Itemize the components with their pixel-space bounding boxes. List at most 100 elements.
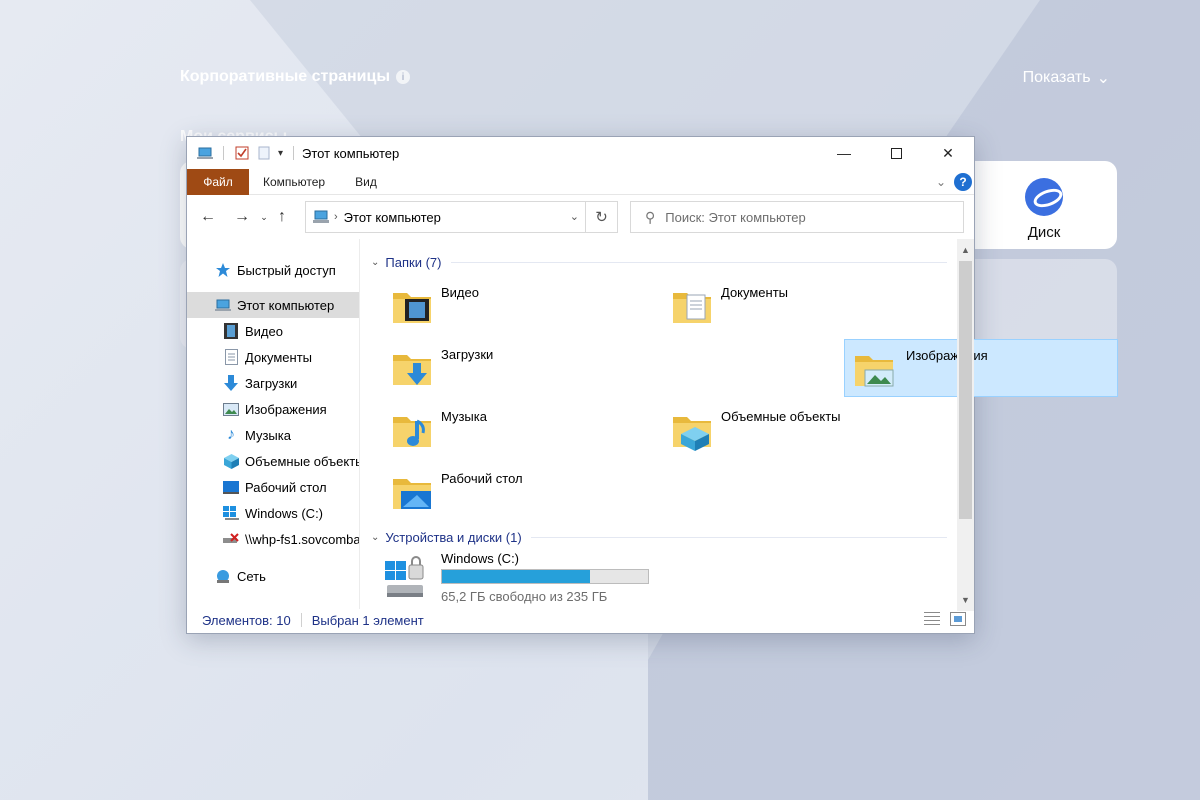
group-divider bbox=[451, 262, 947, 263]
folder-name: Рабочий стол bbox=[441, 471, 523, 486]
tab-computer[interactable]: Компьютер bbox=[249, 175, 340, 189]
search-icon: ⚲ bbox=[645, 208, 656, 225]
scroll-up-icon[interactable]: ▲ bbox=[957, 241, 974, 259]
search-placeholder[interactable]: Поиск: Этот компьютер bbox=[665, 210, 805, 225]
sidebar-item-music[interactable]: ♪ Музыка bbox=[223, 422, 291, 448]
folder-tile-desktop[interactable]: Рабочий стол bbox=[361, 463, 635, 521]
expand-ribbon-icon[interactable]: ⌄ bbox=[936, 175, 946, 189]
sidebar-item-quick-access[interactable]: Быстрый доступ bbox=[215, 257, 336, 283]
status-separator bbox=[300, 613, 302, 627]
sidebar-item-label: Музыка bbox=[245, 427, 291, 443]
recent-locations-icon[interactable]: ⌄ bbox=[257, 202, 271, 232]
folders-group-header[interactable]: ⌄ Папки (7) bbox=[371, 252, 441, 272]
back-arrow-icon[interactable]: ← bbox=[193, 202, 223, 232]
info-icon[interactable]: i bbox=[396, 70, 411, 84]
details-view-icon[interactable] bbox=[924, 612, 940, 626]
picture-icon bbox=[223, 401, 239, 417]
ribbon-controls: ⌄ ? bbox=[936, 173, 972, 191]
sidebar-item-3d-objects[interactable]: Объемные объекты bbox=[223, 448, 359, 474]
folder-name: Документы bbox=[721, 285, 789, 300]
desktop-icon bbox=[223, 479, 239, 495]
tab-file[interactable]: Файл bbox=[187, 168, 249, 195]
chevron-down-icon: ⌄ bbox=[371, 256, 380, 268]
refresh-icon[interactable]: ↻ bbox=[585, 202, 617, 232]
corporate-pages-title: Корпоративные страницы bbox=[180, 68, 391, 85]
view-switcher bbox=[924, 612, 966, 626]
large-icons-view-icon[interactable] bbox=[950, 612, 966, 626]
sidebar-item-label: Этот компьютер bbox=[237, 297, 335, 313]
desktop-folder-icon bbox=[393, 479, 431, 509]
search-box[interactable]: ⚲ Поиск: Этот компьютер bbox=[630, 201, 964, 233]
folder-tile-documents[interactable]: Документы bbox=[641, 277, 915, 335]
folder-tile-pictures[interactable]: Изображения bbox=[844, 339, 1118, 397]
sidebar-item-label: Видео bbox=[245, 323, 283, 339]
customize-toolbar-icon[interactable]: ▾ bbox=[278, 148, 283, 159]
title-bar[interactable]: ▾ Этот компьютер — ✕ bbox=[187, 137, 974, 169]
breadcrumb-location[interactable]: Этот компьютер bbox=[344, 210, 441, 225]
cube-icon bbox=[223, 453, 239, 469]
show-label: Показать bbox=[1022, 69, 1091, 86]
tab-view[interactable]: Вид bbox=[340, 175, 392, 189]
folder-name: Объемные объекты bbox=[721, 409, 841, 424]
document-icon bbox=[223, 349, 239, 365]
sidebar-item-desktop[interactable]: Рабочий стол bbox=[223, 474, 327, 500]
folder-tile-3d-objects[interactable]: Объемные объекты bbox=[641, 401, 915, 459]
sidebar-item-this-pc[interactable]: Этот компьютер bbox=[187, 292, 359, 318]
forward-arrow-icon[interactable]: → bbox=[227, 202, 257, 232]
system-drive-icon bbox=[385, 556, 424, 597]
folder-name: Изображения bbox=[906, 348, 988, 363]
3d-objects-folder-icon bbox=[673, 417, 711, 451]
drive-icon bbox=[223, 505, 239, 521]
drive-usage-bar bbox=[441, 569, 649, 584]
folder-tile-downloads[interactable]: Загрузки bbox=[361, 339, 635, 397]
breadcrumb-chevron-icon[interactable]: › bbox=[334, 211, 338, 223]
film-icon bbox=[223, 323, 239, 339]
quick-access-toolbar: ▾ bbox=[187, 146, 298, 160]
properties-icon[interactable] bbox=[234, 146, 250, 160]
computer-icon bbox=[313, 210, 329, 223]
window-title: Этот компьютер bbox=[302, 145, 400, 161]
folder-tile-music[interactable]: Музыка bbox=[361, 401, 635, 459]
music-folder-icon bbox=[393, 417, 431, 447]
download-arrow-icon bbox=[223, 375, 239, 391]
address-dropdown-icon[interactable]: ⌄ bbox=[570, 210, 579, 223]
star-icon bbox=[215, 262, 231, 278]
up-arrow-icon[interactable]: ↑ bbox=[271, 202, 293, 232]
vertical-scrollbar[interactable]: ▲ ▼ bbox=[957, 239, 974, 611]
help-icon[interactable]: ? bbox=[954, 173, 972, 191]
sidebar-item-videos[interactable]: Видео bbox=[223, 318, 283, 344]
address-bar[interactable]: › Этот компьютер ⌄ ↻ bbox=[305, 201, 618, 233]
close-button[interactable]: ✕ bbox=[922, 137, 974, 169]
sidebar-item-label: Загрузки bbox=[245, 375, 298, 391]
minimize-button[interactable]: — bbox=[818, 137, 870, 169]
group-divider bbox=[531, 537, 947, 538]
sidebar-item-label: Сеть bbox=[237, 568, 266, 584]
sidebar-item-windows-c[interactable]: Windows (C:) bbox=[223, 500, 323, 526]
sidebar-item-label: Рабочий стол bbox=[245, 479, 327, 495]
sidebar-item-network-drive[interactable]: \\whp-fs1.sovcombank bbox=[223, 526, 359, 552]
devices-group-header[interactable]: ⌄ Устройства и диски (1) bbox=[371, 527, 522, 547]
content-pane: ⌄ Папки (7) Видео Документы Загрузки Изо… bbox=[361, 241, 1118, 611]
sidebar-item-downloads[interactable]: Загрузки bbox=[223, 370, 297, 396]
ribbon-tabs: Файл Компьютер Вид ⌄ ? bbox=[187, 168, 974, 195]
folder-name: Загрузки bbox=[441, 347, 494, 362]
sidebar-item-documents[interactable]: Документы bbox=[223, 344, 312, 370]
sidebar-item-label: \\whp-fs1.sovcombank bbox=[245, 531, 359, 547]
folder-tile-videos[interactable]: Видео bbox=[361, 277, 635, 335]
sidebar-item-network[interactable]: Сеть bbox=[215, 563, 266, 589]
drive-name: Windows (C:) bbox=[441, 551, 520, 566]
scrollbar-thumb[interactable] bbox=[959, 261, 972, 519]
network-icon bbox=[215, 568, 231, 584]
drive-tile-windows-c[interactable]: Windows (C:) 65,2 ГБ свободно из 235 ГБ bbox=[361, 547, 661, 611]
disk-label: Диск bbox=[1027, 224, 1061, 241]
status-bar: Элементов: 10 Выбран 1 элемент bbox=[187, 607, 974, 633]
computer-icon bbox=[197, 147, 213, 159]
navigation-bar: ← → ⌄ ↑ › Этот компьютер ⌄ ↻ ⚲ Поиск: Эт… bbox=[187, 195, 974, 239]
show-toggle[interactable]: Показать ⌄ bbox=[1023, 68, 1110, 88]
pane-divider[interactable] bbox=[359, 239, 360, 609]
disk-service-tile[interactable]: Диск bbox=[1000, 170, 1088, 242]
sidebar-item-pictures[interactable]: Изображения bbox=[223, 396, 327, 422]
new-folder-icon[interactable] bbox=[256, 146, 272, 160]
corporate-pages-header: Корпоративные страницы i bbox=[180, 68, 411, 86]
maximize-button[interactable] bbox=[870, 137, 922, 169]
